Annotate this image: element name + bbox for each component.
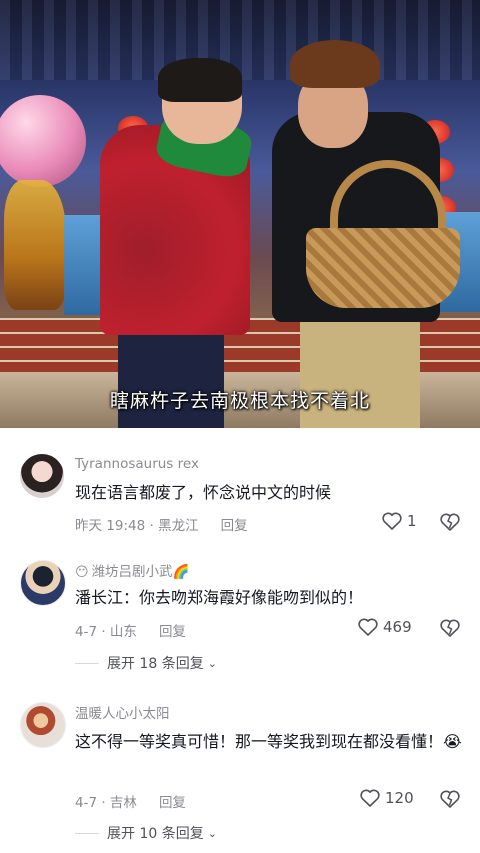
comment-text: 现在语言都废了，怀念说中文的时候	[75, 483, 332, 502]
reply-button[interactable]: 回复	[159, 795, 186, 811]
comment-item: 😶 潍坊吕剧小武🌈 潘长江：你去吻郑海霞好像能吻到似的！ 4-7 · 山东 回复 4…	[0, 548, 480, 688]
comment-username-text: 潍坊吕剧小武🌈	[91, 564, 190, 580]
stage-lights	[0, 0, 480, 80]
chevron-down-icon: ⌄	[207, 656, 217, 670]
like-count: 469	[383, 618, 412, 636]
comment-item: Tyrannosaurus rex 现在语言都废了，怀念说中文的时候 昨天 19…	[0, 428, 480, 548]
comment-time-location: 昨天 19:48 · 黑龙江	[75, 518, 199, 534]
comment-time-location: 4-7 · 山东	[75, 624, 137, 640]
comment-username[interactable]: 😶 潍坊吕剧小武🌈	[75, 560, 189, 580]
divider	[75, 662, 99, 664]
stage-balloon	[0, 95, 86, 187]
heart-icon	[360, 789, 380, 807]
wicker-basket	[306, 228, 460, 308]
like-count: 120	[385, 789, 414, 807]
comment-text: 潘长江：你去吻郑海霞好像能吻到似的！	[75, 588, 364, 607]
video-player[interactable]: 瞎麻杵子去南极根本找不着北	[0, 0, 480, 428]
reply-button[interactable]: 回复	[221, 518, 248, 534]
like-button[interactable]: 120	[360, 789, 414, 807]
heart-icon	[358, 618, 378, 636]
fur-hat	[290, 40, 380, 88]
comment-item: 温暖人心小太阳 这不得一等奖真可惜！那一等奖我到现在都没看懂！😭 4-7 · 吉…	[0, 688, 480, 853]
emoji-badge-icon: 😶	[75, 565, 89, 580]
comment-username[interactable]: 温暖人心小太阳	[75, 702, 170, 722]
expand-replies-button[interactable]: 展开 10 条回复 ⌄	[75, 823, 217, 843]
like-button[interactable]: 1	[382, 512, 417, 530]
expand-replies-label: 展开 18 条回复	[107, 656, 204, 672]
dragon-statue	[4, 180, 66, 310]
heart-icon	[382, 512, 402, 530]
comment-time-location: 4-7 · 吉林	[75, 795, 137, 811]
avatar[interactable]	[20, 560, 66, 606]
like-count: 1	[407, 512, 417, 530]
dislike-icon[interactable]	[440, 513, 460, 531]
dislike-icon[interactable]	[440, 619, 460, 637]
chevron-down-icon: ⌄	[207, 826, 217, 840]
comment-meta: 4-7 · 山东 回复	[75, 620, 186, 640]
dislike-icon[interactable]	[440, 790, 460, 808]
avatar[interactable]	[20, 702, 66, 748]
comment-meta: 昨天 19:48 · 黑龙江 回复	[75, 514, 248, 534]
avatar[interactable]	[20, 454, 64, 498]
like-button[interactable]: 469	[358, 618, 412, 636]
expand-replies-button[interactable]: 展开 18 条回复 ⌄	[75, 653, 217, 673]
divider	[75, 832, 99, 834]
reply-button[interactable]: 回复	[159, 624, 186, 640]
performer-woman-hair	[158, 58, 242, 102]
expand-replies-label: 展开 10 条回复	[107, 826, 204, 842]
comment-username[interactable]: Tyrannosaurus rex	[75, 456, 199, 472]
comment-text: 这不得一等奖真可惜！那一等奖我到现在都没看懂！😭	[75, 732, 462, 751]
video-subtitle: 瞎麻杵子去南极根本找不着北	[109, 390, 370, 412]
comment-meta: 4-7 · 吉林 回复	[75, 791, 186, 811]
